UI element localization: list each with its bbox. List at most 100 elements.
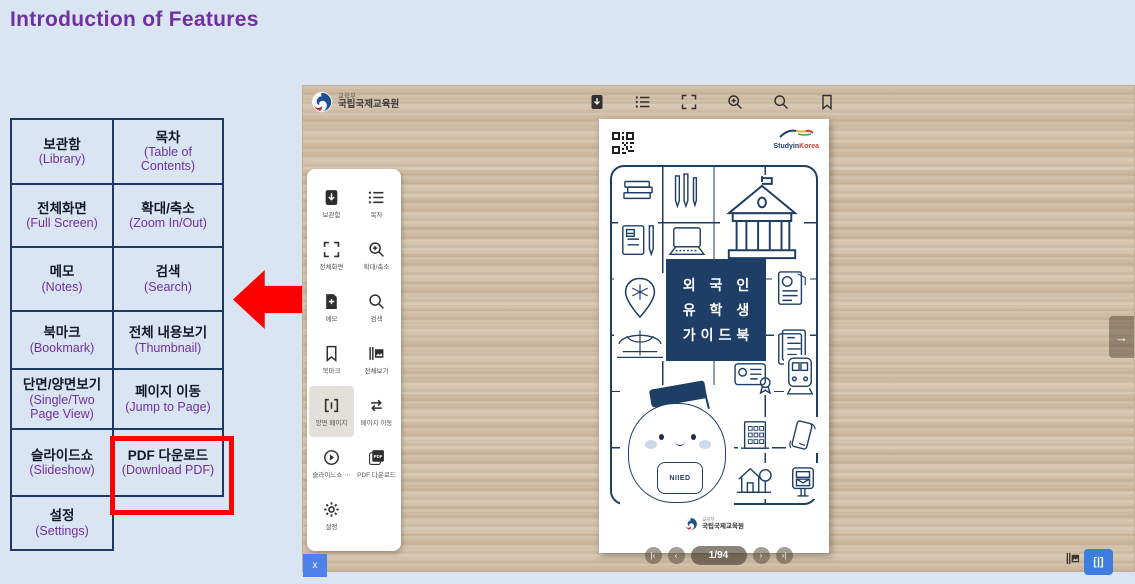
laptop-icon [665, 225, 709, 261]
id-card-icon [732, 359, 774, 395]
book-cover-page: StudyinKorea [599, 119, 829, 553]
library-icon [323, 189, 340, 206]
page-title: Introduction of Features [10, 8, 259, 32]
bookmark-icon [323, 345, 340, 362]
cell-ko: 페이지 이동 [135, 384, 201, 399]
sidebar-menu: 보관함 목차 전체화면 확대/축소 [307, 169, 401, 551]
sidebar-item-library[interactable]: 보관함 [309, 178, 354, 229]
sidebar-item-label: 확대/축소 [364, 261, 390, 271]
sidebar-item-label: 설정 [326, 521, 338, 531]
gov-logo-text: 교육부 국립국제교육원 [338, 94, 399, 111]
sidebar-tail [327, 466, 339, 474]
sidebar-item-label: 북마크 [323, 365, 341, 375]
first-page-button[interactable]: |‹ [645, 547, 662, 564]
cell-ko: 전체 내용보기 [129, 325, 207, 340]
sidebar-close-button[interactable]: x [303, 554, 327, 577]
sidebar-grid: 보관함 목차 전체화면 확대/축소 [307, 178, 401, 541]
qr-code [612, 132, 634, 154]
sidebar-item-memo[interactable]: 메모 [309, 282, 354, 333]
page-indicator[interactable]: 1/94 [691, 546, 747, 565]
table-cell-jump-page: 페이지 이동 (Jump to Page) [112, 368, 224, 430]
cover-illustration-grid: 외 국 인 유 학 생 가이드북 NIIED [610, 165, 818, 505]
table-cell-library: 보관함 (Library) [10, 118, 114, 185]
pagination-bar: |‹ ‹ 1/94 › ›| [645, 546, 793, 565]
cell-en: (Single/Two Page View) [15, 393, 109, 421]
settings-icon [323, 501, 340, 518]
cell-ko: 설정 [50, 508, 75, 523]
books-icon [620, 173, 656, 205]
phone-icon [786, 417, 818, 453]
search-icon [368, 293, 385, 310]
thumbnail-icon [368, 345, 385, 362]
sidebar-item-slideshow[interactable]: 슬라이드쇼 ⋯ [309, 438, 354, 489]
gov-emblem-icon [311, 91, 333, 113]
sidebar-item-fullscreen[interactable]: 전체화면 [309, 230, 354, 281]
mailbox-icon [788, 463, 818, 499]
toc-icon [368, 189, 385, 206]
library-icon[interactable] [589, 94, 605, 110]
studyinkorea-logo: StudyinKorea [773, 127, 819, 150]
cell-ko: 확대/축소 [141, 201, 194, 216]
search-icon[interactable] [773, 94, 789, 110]
table-cell-settings: 설정 (Settings) [10, 495, 114, 551]
thumbnail-view-icon[interactable] [1065, 551, 1081, 566]
gov-org: 국립국제교육원 [338, 100, 399, 110]
sidebar-item-toc[interactable]: 목차 [354, 178, 399, 229]
sidebar-item-two-page[interactable]: 양면 페이지 [309, 386, 354, 437]
sidebar-item-label: 전체보기 [365, 365, 389, 375]
sidebar-item-search[interactable]: 검색 [354, 282, 399, 333]
cover-footer-text: 교육부 국립국제교육원 [702, 518, 744, 530]
cell-en: (Settings) [35, 524, 89, 538]
sidebar-item-settings[interactable]: 설정 [309, 490, 354, 541]
sidebar-item-label: 보관함 [323, 209, 341, 219]
table-cell-zoom: 확대/축소 (Zoom In/Out) [112, 183, 224, 248]
sidebar-item-label: 전체화면 [320, 261, 344, 271]
cell-en: (Bookmark) [30, 341, 95, 355]
last-page-button[interactable]: ›| [776, 547, 793, 564]
studyinkorea-swoosh-icon [778, 128, 814, 139]
table-cell-search: 검색 (Search) [112, 246, 224, 312]
mascot-eye [691, 434, 696, 440]
table-cell-bookmark: 북마크 (Bookmark) [10, 310, 114, 370]
top-toolbar [589, 94, 835, 110]
cover-title-line: 가이드북 [683, 325, 755, 345]
two-page-icon [323, 397, 340, 414]
sidebar-item-pdf-download[interactable]: PDF PDF 다운로드 [354, 438, 399, 489]
cell-en: (Jump to Page) [125, 400, 210, 414]
gov-emblem-icon [684, 517, 698, 531]
cover-footer-logo: 교육부 국립국제교육원 [599, 517, 829, 531]
passport-icon [772, 267, 810, 311]
cell-en: (Table of Contents) [117, 145, 219, 173]
sidebar-item-zoom[interactable]: 확대/축소 [354, 230, 399, 281]
table-cell-fullscreen: 전체화면 (Full Screen) [10, 183, 114, 248]
sidebar-item-label: 페이지 이동 [361, 417, 393, 427]
sidebar-item-label: 메모 [326, 313, 338, 323]
ebook-viewer: 교육부 국립국제교육원 [302, 85, 1135, 572]
cell-ko: 보관함 [43, 137, 80, 152]
mascot-bib: NIIED [657, 462, 703, 494]
cell-en: (Zoom In/Out) [129, 216, 207, 230]
fullscreen-icon[interactable] [681, 94, 697, 110]
sidebar-item-thumbnail[interactable]: 전체보기 [354, 334, 399, 385]
two-page-view-button[interactable]: [|] [1084, 549, 1113, 575]
mascot-tassel [704, 393, 710, 409]
sidebar-item-bookmark[interactable]: 북마크 [309, 334, 354, 385]
mascot-cheek [645, 440, 657, 449]
next-page-button[interactable]: › [753, 547, 770, 564]
svg-text:PDF: PDF [374, 454, 383, 459]
zoom-in-icon[interactable] [727, 94, 743, 110]
next-page-edge-button[interactable]: → [1109, 316, 1134, 358]
mascot-eye [659, 434, 664, 440]
house-tree-icon [734, 463, 774, 499]
bookmark-icon[interactable] [819, 94, 835, 110]
cell-ko: 북마크 [43, 325, 80, 340]
slide-canvas: Introduction of Features 보관함 (Library) 목… [0, 0, 1135, 584]
university-icon [720, 175, 804, 267]
sidebar-item-label: PDF 다운로드 [357, 469, 396, 479]
sidebar-item-jump-page[interactable]: 페이지 이동 [354, 386, 399, 437]
prev-page-button[interactable]: ‹ [668, 547, 685, 564]
travel-pin-globe-icon [614, 273, 666, 361]
sidebar-item-label: 목차 [371, 209, 383, 219]
toc-icon[interactable] [635, 94, 651, 110]
cell-en: (Search) [144, 280, 192, 294]
